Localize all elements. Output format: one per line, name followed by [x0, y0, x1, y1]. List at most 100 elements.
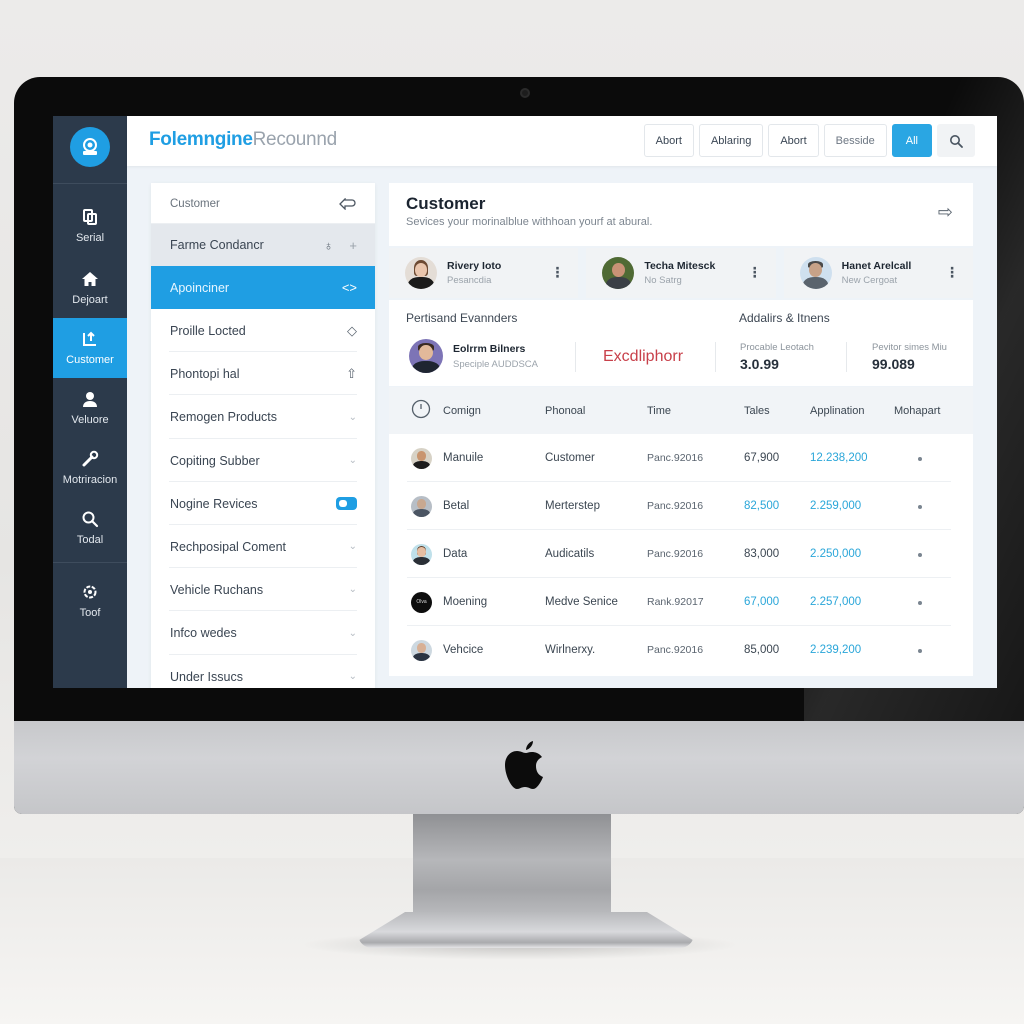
- submenu-title: Customer: [170, 197, 220, 210]
- menu-item-nogine-revices[interactable]: Nogine Revices: [151, 482, 375, 525]
- abort-button[interactable]: Abort: [643, 124, 694, 157]
- besside-button[interactable]: Besside: [823, 124, 887, 157]
- sidebar-item-customer[interactable]: Customer: [53, 318, 127, 378]
- person-card[interactable]: Rivery Ioto Pesancdia ⋮: [389, 248, 579, 298]
- sidebar-item-serial[interactable]: Serial: [53, 196, 127, 256]
- ablaring-button[interactable]: Ablaring: [698, 124, 764, 157]
- divider: [53, 562, 127, 563]
- more-options-icon[interactable]: ⋮: [748, 265, 762, 279]
- settings-cog-icon: [83, 585, 97, 599]
- code-icon[interactable]: <>: [342, 280, 357, 295]
- menu-item-vehicle-ruchans[interactable]: Vehicle Ruchans ⌄: [151, 568, 375, 611]
- column-header[interactable]: Time: [647, 405, 671, 417]
- menu-item-proille-locted[interactable]: Proille Locted ◇: [151, 309, 375, 352]
- chevron-down-icon[interactable]: ⌄: [349, 584, 357, 595]
- menu-item-under-issucs[interactable]: Under Issucs ⌄: [151, 655, 375, 688]
- cell-tales: 85,000: [744, 644, 780, 656]
- sidebar-item-todal[interactable]: Todal: [53, 498, 127, 558]
- table-row[interactable]: Manuile Customer Panc.92016 67,900 12.23…: [389, 434, 973, 482]
- menu-item-label: Apoinciner: [170, 280, 230, 295]
- divider: [53, 183, 127, 184]
- chevron-down-icon[interactable]: ⌄: [349, 412, 357, 423]
- thumbs-up-icon[interactable]: ♁: [324, 238, 334, 253]
- column-header[interactable]: Comign: [443, 405, 481, 417]
- home-icon: [82, 272, 98, 286]
- sidebar-item-dejoart[interactable]: Dejoart: [53, 258, 127, 318]
- brand-secondary: Recounnd: [252, 129, 338, 150]
- cell-tales: 67,000: [744, 596, 780, 608]
- menu-item-infco-wedes[interactable]: Infco wedes ⌄: [151, 611, 375, 655]
- chart-upload-icon: [83, 331, 96, 346]
- cell-name: Vehcice: [443, 644, 484, 656]
- plus-icon[interactable]: +: [349, 238, 357, 253]
- person-role: New Cergoat: [841, 275, 898, 286]
- back-arrow-icon[interactable]: [339, 197, 357, 210]
- sidebar-item-motriracion[interactable]: Motriracion: [53, 438, 127, 498]
- person-role: No Satrg: [644, 275, 682, 286]
- table-row[interactable]: Data Audicatils Panc.92016 83,000 2.250,…: [389, 530, 973, 578]
- column-header[interactable]: Tales: [744, 405, 770, 417]
- chevron-down-icon[interactable]: ⌄: [349, 628, 357, 639]
- monitor-stand-base: [358, 912, 694, 948]
- stat-label: Pevitor simes Miu: [872, 342, 947, 353]
- menu-item-remogen-products[interactable]: Remogen Products ⌄: [151, 395, 375, 439]
- menu-item-phontopi-hal[interactable]: Phontopi hal ⇧: [151, 352, 375, 395]
- table-row[interactable]: Betal Merterstep Panc.92016 82,500 2.259…: [389, 482, 973, 530]
- column-header[interactable]: Mohapart: [894, 405, 940, 417]
- avatar: [409, 339, 443, 373]
- cell-time: Panc.92016: [647, 500, 704, 512]
- forward-arrow-icon[interactable]: ⇨: [938, 202, 953, 223]
- menu-item-label: Infco wedes: [170, 626, 237, 640]
- page-title: Customer: [406, 194, 486, 213]
- person-card[interactable]: Hanet Arelcall New Cergoat ⋮: [783, 248, 973, 298]
- table-row[interactable]: Vehcice Wirlnerxy. Panc.92016 85,000 2.2…: [389, 626, 973, 674]
- table-row[interactable]: Olva Moening Medve Senice Rank.92017 67,…: [389, 578, 973, 626]
- cell-name: Moening: [443, 596, 488, 608]
- cell-time: Panc.92016: [647, 548, 704, 560]
- menu-item-rechposipal-coment[interactable]: Rechposipal Coment ⌄: [151, 525, 375, 568]
- cell-type: Medve Senice: [545, 596, 618, 608]
- data-table: Manuile Customer Panc.92016 67,900 12.23…: [389, 434, 973, 676]
- partner-brand: Excdliphorr: [603, 348, 684, 365]
- submenu-header[interactable]: Customer: [151, 183, 375, 224]
- all-button[interactable]: All: [891, 124, 932, 157]
- search-button[interactable]: [937, 124, 975, 157]
- header-actions: Abort Ablaring Abort Besside All: [643, 124, 975, 157]
- abort-button-2[interactable]: Abort: [768, 124, 819, 157]
- sidebar-item-label: Toof: [79, 607, 101, 619]
- chevron-down-icon[interactable]: ⌄: [349, 671, 357, 682]
- search-icon: [82, 511, 99, 528]
- more-options-icon[interactable]: ⋮: [945, 265, 959, 279]
- summary-right-label: Addalirs & Itnens: [739, 311, 830, 325]
- menu-item-label: Copiting Subber: [170, 453, 260, 468]
- cell-app: 2.257,000: [810, 596, 862, 608]
- status-dot: [918, 457, 922, 461]
- main-content: Customer Sevices your morinalblue withho…: [389, 183, 973, 688]
- avatar: [411, 639, 432, 661]
- menu-item-copiting-subber[interactable]: Copiting Subber ⌄: [151, 439, 375, 482]
- pointer-icon[interactable]: ⇧: [346, 366, 357, 382]
- menu-item-apoinciner[interactable]: Apoinciner <>: [151, 266, 375, 309]
- sidebar-item-toof[interactable]: Toof: [53, 571, 127, 631]
- sidebar-item-veluore[interactable]: Veluore: [53, 378, 127, 438]
- column-header[interactable]: Applination: [810, 405, 864, 417]
- more-options-icon[interactable]: ⋮: [550, 265, 564, 279]
- summary-left-label: Pertisand Evannders: [406, 311, 518, 325]
- menu-item-label: Phontopi hal: [170, 366, 240, 381]
- diamond-icon[interactable]: ◇: [347, 323, 357, 339]
- toggle-switch[interactable]: [336, 497, 357, 510]
- person-card[interactable]: Techa Mitesck No Satrg ⋮: [586, 248, 776, 298]
- featured-person[interactable]: Eolrrm Bilners Speciple AUDDSCA: [409, 339, 538, 373]
- menu-item-label: Vehicle Ruchans: [170, 582, 264, 597]
- document-copy-icon: [83, 209, 97, 225]
- menu-item-farme-condancr[interactable]: Farme Condancr ♁ +: [151, 224, 375, 266]
- cell-type: Audicatils: [545, 548, 595, 560]
- person-name: Techa Mitesck: [644, 260, 716, 272]
- brand-primary: Folemngine: [149, 129, 253, 150]
- menu-item-label: Farme Condancr: [170, 238, 264, 252]
- chevron-down-icon[interactable]: ⌄: [349, 541, 357, 552]
- column-header[interactable]: Phonoal: [545, 405, 585, 417]
- chevron-down-icon[interactable]: ⌄: [349, 455, 357, 466]
- stat-label: Procable Leotach: [740, 342, 814, 353]
- webcam-icon[interactable]: [70, 127, 110, 167]
